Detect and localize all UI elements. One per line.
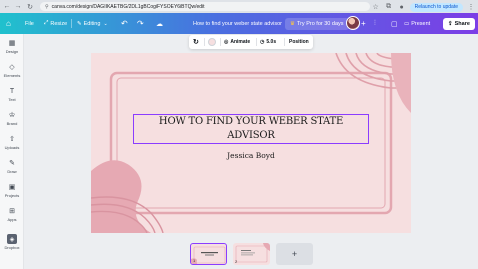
position-button[interactable]: Position: [289, 35, 309, 49]
sidebar-item-text[interactable]: T Text: [0, 86, 24, 103]
address-bar[interactable]: ⚲ canva.com/design/DAGIIKAETBG/2DL1gBCog…: [40, 2, 370, 11]
home-icon[interactable]: ⌂: [6, 13, 11, 34]
regenerate-icon[interactable]: ↻: [193, 35, 199, 49]
share-icon: ⇪: [448, 20, 453, 27]
text-icon: T: [9, 87, 15, 95]
editor-topbar: ⌂ File ⤢ Resize ✎ Editing ⌄ ↶ ↷ ☁ How to…: [0, 13, 478, 34]
sidebar-item-projects[interactable]: ▣ Projects: [0, 182, 24, 198]
sidebar-item-uploads[interactable]: ⇧ Uploads: [0, 134, 24, 150]
relaunch-button[interactable]: Relaunch to update: [409, 2, 463, 12]
present-label: Present: [411, 20, 431, 27]
document-title[interactable]: How to find your weber state advisor: [193, 13, 282, 34]
animate-button[interactable]: ◎ Animate: [224, 35, 250, 49]
resize-button[interactable]: ⤢ Resize: [44, 13, 67, 34]
bookmark-star-icon[interactable]: ☆: [371, 2, 381, 12]
resize-label: Resize: [50, 20, 68, 27]
present-button[interactable]: ▭ Present: [404, 13, 430, 34]
brand-icon: ♔: [8, 112, 16, 119]
sidebar-item-label: Projects: [4, 193, 20, 198]
add-collaborator-icon[interactable]: +: [361, 13, 366, 34]
divider: [220, 38, 221, 46]
slide-title-box[interactable]: HOW TO FIND YOUR WEBER STATE ADVISOR: [133, 114, 369, 144]
pencil-icon: ✎: [77, 20, 82, 27]
slide-subtitle[interactable]: Jessica Boyd: [133, 151, 369, 160]
sidebar-item-apps[interactable]: ⊞ Apps: [0, 206, 24, 222]
top-right-blob: [391, 53, 411, 113]
comments-icon[interactable]: ▢: [391, 13, 398, 34]
projects-icon: ▣: [8, 184, 16, 191]
animate-label: Animate: [230, 39, 251, 45]
duration-label: 5.0s: [266, 39, 277, 45]
sidebar-item-draw[interactable]: ✎ Draw: [0, 158, 24, 174]
site-info-icon[interactable]: ⚲: [45, 4, 49, 10]
insights-icon[interactable]: ⫶: [374, 13, 376, 34]
chevron-down-icon: ⌄: [103, 20, 108, 27]
cloud-saved-icon[interactable]: ☁: [156, 13, 163, 34]
duration-button[interactable]: ◷ 5.0s: [260, 35, 276, 49]
sidebar-item-label: Uploads: [4, 145, 20, 150]
editing-label: Editing: [83, 20, 101, 27]
left-sidebar: ▦ Design ◇ Elements T Text ♔ Brand ⇧ Upl…: [0, 34, 24, 269]
reload-icon[interactable]: ↻: [25, 2, 35, 12]
sidebar-item-label: Design: [5, 49, 19, 54]
share-button[interactable]: ⇪ Share: [443, 17, 475, 30]
browser-toolbar: ← → ↻ ⚲ canva.com/design/DAGIIKAETBG/2DL…: [0, 0, 478, 13]
share-label: Share: [454, 20, 470, 27]
sidebar-item-label: Draw: [7, 169, 17, 174]
uploads-icon: ⇧: [9, 136, 15, 143]
page-number: 2: [235, 259, 238, 264]
undo-icon[interactable]: ↶: [121, 13, 128, 34]
profile-icon[interactable]: ●: [397, 2, 407, 12]
crown-icon: ♛: [290, 20, 295, 27]
sidebar-item-design[interactable]: ▦ Design: [0, 38, 24, 54]
try-pro-button[interactable]: ♛ Try Pro for 30 days: [285, 17, 349, 30]
present-icon: ▭: [404, 20, 410, 27]
context-toolbar: ↻ ◎ Animate ◷ 5.0s Position: [189, 35, 313, 49]
design-icon: ▦: [8, 40, 16, 47]
draw-icon: ✎: [9, 160, 15, 167]
sidebar-item-label: Apps: [7, 217, 17, 222]
editing-mode-dropdown[interactable]: ✎ Editing ⌄: [77, 13, 108, 34]
sidebar-item-label: Text: [8, 97, 16, 102]
thumbnail-preview: [235, 243, 270, 263]
redo-icon[interactable]: ↷: [137, 13, 144, 34]
slide-title[interactable]: HOW TO FIND YOUR WEBER STATE ADVISOR: [134, 115, 368, 143]
animate-icon: ◎: [224, 39, 229, 45]
divider: [71, 19, 72, 28]
sidebar-item-label: Elements: [3, 73, 21, 78]
divider: [284, 38, 285, 46]
thumbnail-preview: [191, 246, 226, 264]
back-arrow-icon[interactable]: ←: [2, 2, 12, 12]
add-page-button[interactable]: +: [276, 243, 313, 265]
sidebar-item-brand[interactable]: ♔ Brand: [0, 110, 24, 126]
url-text: canva.com/design/DAGIIKAETBG/2DL1gBCogiF…: [51, 3, 205, 10]
page-thumbnails: 1 2 +: [0, 240, 478, 269]
sidebar-item-elements[interactable]: ◇ Elements: [0, 62, 24, 78]
sidebar-item-label: Brand: [6, 121, 18, 126]
user-avatar[interactable]: [346, 16, 360, 30]
divider: [256, 38, 257, 46]
page-thumbnail-1[interactable]: 1: [190, 243, 227, 265]
elements-icon: ◇: [9, 64, 15, 71]
page-thumbnail-2[interactable]: 2: [233, 243, 270, 265]
file-menu[interactable]: File: [25, 13, 34, 34]
background-color-swatch[interactable]: [208, 38, 216, 46]
browser-menu-icon[interactable]: ⋮: [466, 2, 476, 12]
timer-icon: ◷: [260, 39, 265, 45]
page-number: 1: [193, 258, 196, 263]
forward-arrow-icon[interactable]: →: [13, 2, 23, 12]
divider: [204, 38, 205, 46]
try-pro-label: Try Pro for 30 days: [296, 20, 344, 27]
extensions-icon[interactable]: ⧉: [384, 2, 394, 12]
apps-icon: ⊞: [9, 208, 15, 215]
resize-icon: ⤢: [44, 20, 49, 26]
